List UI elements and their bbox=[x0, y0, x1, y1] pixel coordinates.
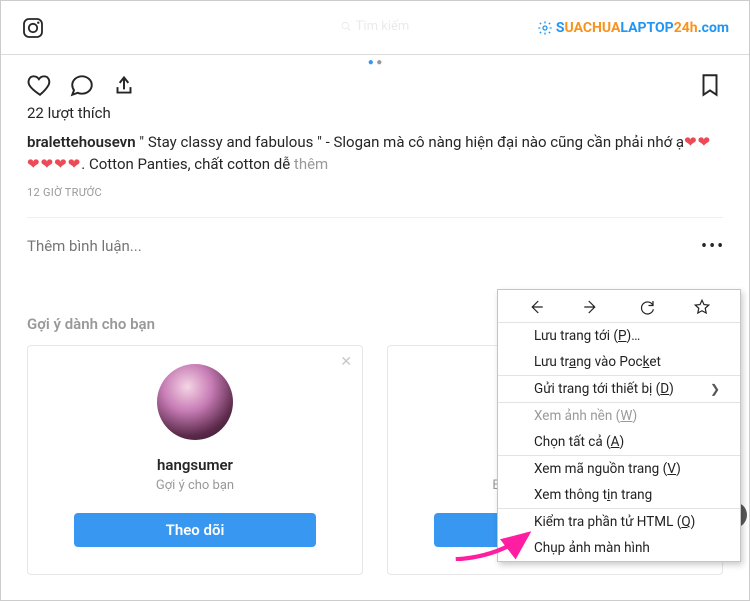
caption-more[interactable]: thêm bbox=[294, 155, 328, 173]
search-placeholder-ghost: Tìm kiếm bbox=[341, 19, 410, 34]
annotation-arrow bbox=[451, 527, 537, 561]
post-caption: bralettehousevn " Stay classy and fabulo… bbox=[27, 132, 723, 176]
back-icon[interactable] bbox=[527, 298, 545, 316]
avatar[interactable] bbox=[157, 364, 233, 440]
post-author[interactable]: bralettehousevn bbox=[27, 133, 136, 151]
reload-icon[interactable] bbox=[638, 298, 656, 316]
ctx-save-pocket[interactable]: Lưu trang vào Pocket bbox=[498, 349, 740, 375]
star-icon[interactable] bbox=[693, 298, 711, 316]
suggestion-sub: Gợi ý cho bạn bbox=[40, 478, 350, 493]
likes-count[interactable]: 22 lượt thích bbox=[27, 104, 723, 122]
top-bar: Tìm kiếm SUACHUALAPTOP24h.com bbox=[1, 1, 749, 55]
like-icon[interactable] bbox=[27, 72, 53, 98]
ctx-save-page[interactable]: Lưu trang tới (P)… bbox=[498, 323, 740, 349]
carousel-indicator: ● ● bbox=[27, 57, 723, 68]
ctx-page-info[interactable]: Xem thông tin trang bbox=[498, 482, 740, 508]
ctx-view-bg: Xem ảnh nền (W) bbox=[498, 403, 740, 429]
forward-icon[interactable] bbox=[582, 298, 600, 316]
post-options-icon[interactable]: ••• bbox=[701, 236, 723, 257]
follow-button[interactable]: Theo dõi bbox=[74, 513, 316, 547]
bookmark-icon[interactable] bbox=[697, 72, 723, 98]
close-icon[interactable]: ✕ bbox=[340, 354, 352, 370]
suggestions-title: Gợi ý dành cho bạn bbox=[27, 315, 155, 333]
gear-icon bbox=[537, 20, 553, 36]
post-body: ● ● 22 lượt thích bralettehousevn " Stay… bbox=[1, 55, 749, 267]
instagram-logo-icon[interactable] bbox=[21, 16, 45, 40]
ctx-view-source[interactable]: Xem mã nguồn trang (V) bbox=[498, 456, 740, 482]
ctx-select-all[interactable]: Chọn tất cả (A) bbox=[498, 429, 740, 455]
ctx-send-device[interactable]: Gửi trang tới thiết bị (D)❯ bbox=[498, 376, 740, 402]
chevron-right-icon: ❯ bbox=[710, 382, 720, 396]
context-menu: Lưu trang tới (P)… Lưu trang vào Pocket … bbox=[497, 289, 741, 562]
post-time: 12 GIỜ TRƯỚC bbox=[27, 186, 723, 199]
comment-input[interactable] bbox=[27, 237, 701, 255]
comment-icon[interactable] bbox=[69, 72, 95, 98]
share-icon[interactable] bbox=[111, 72, 137, 98]
suggestion-card: ✕ hangsumer Gợi ý cho bạn Theo dõi bbox=[27, 345, 363, 575]
watermark-brand: SUACHUALAPTOP24h.com bbox=[537, 20, 729, 36]
suggestion-name[interactable]: hangsumer bbox=[40, 456, 350, 474]
